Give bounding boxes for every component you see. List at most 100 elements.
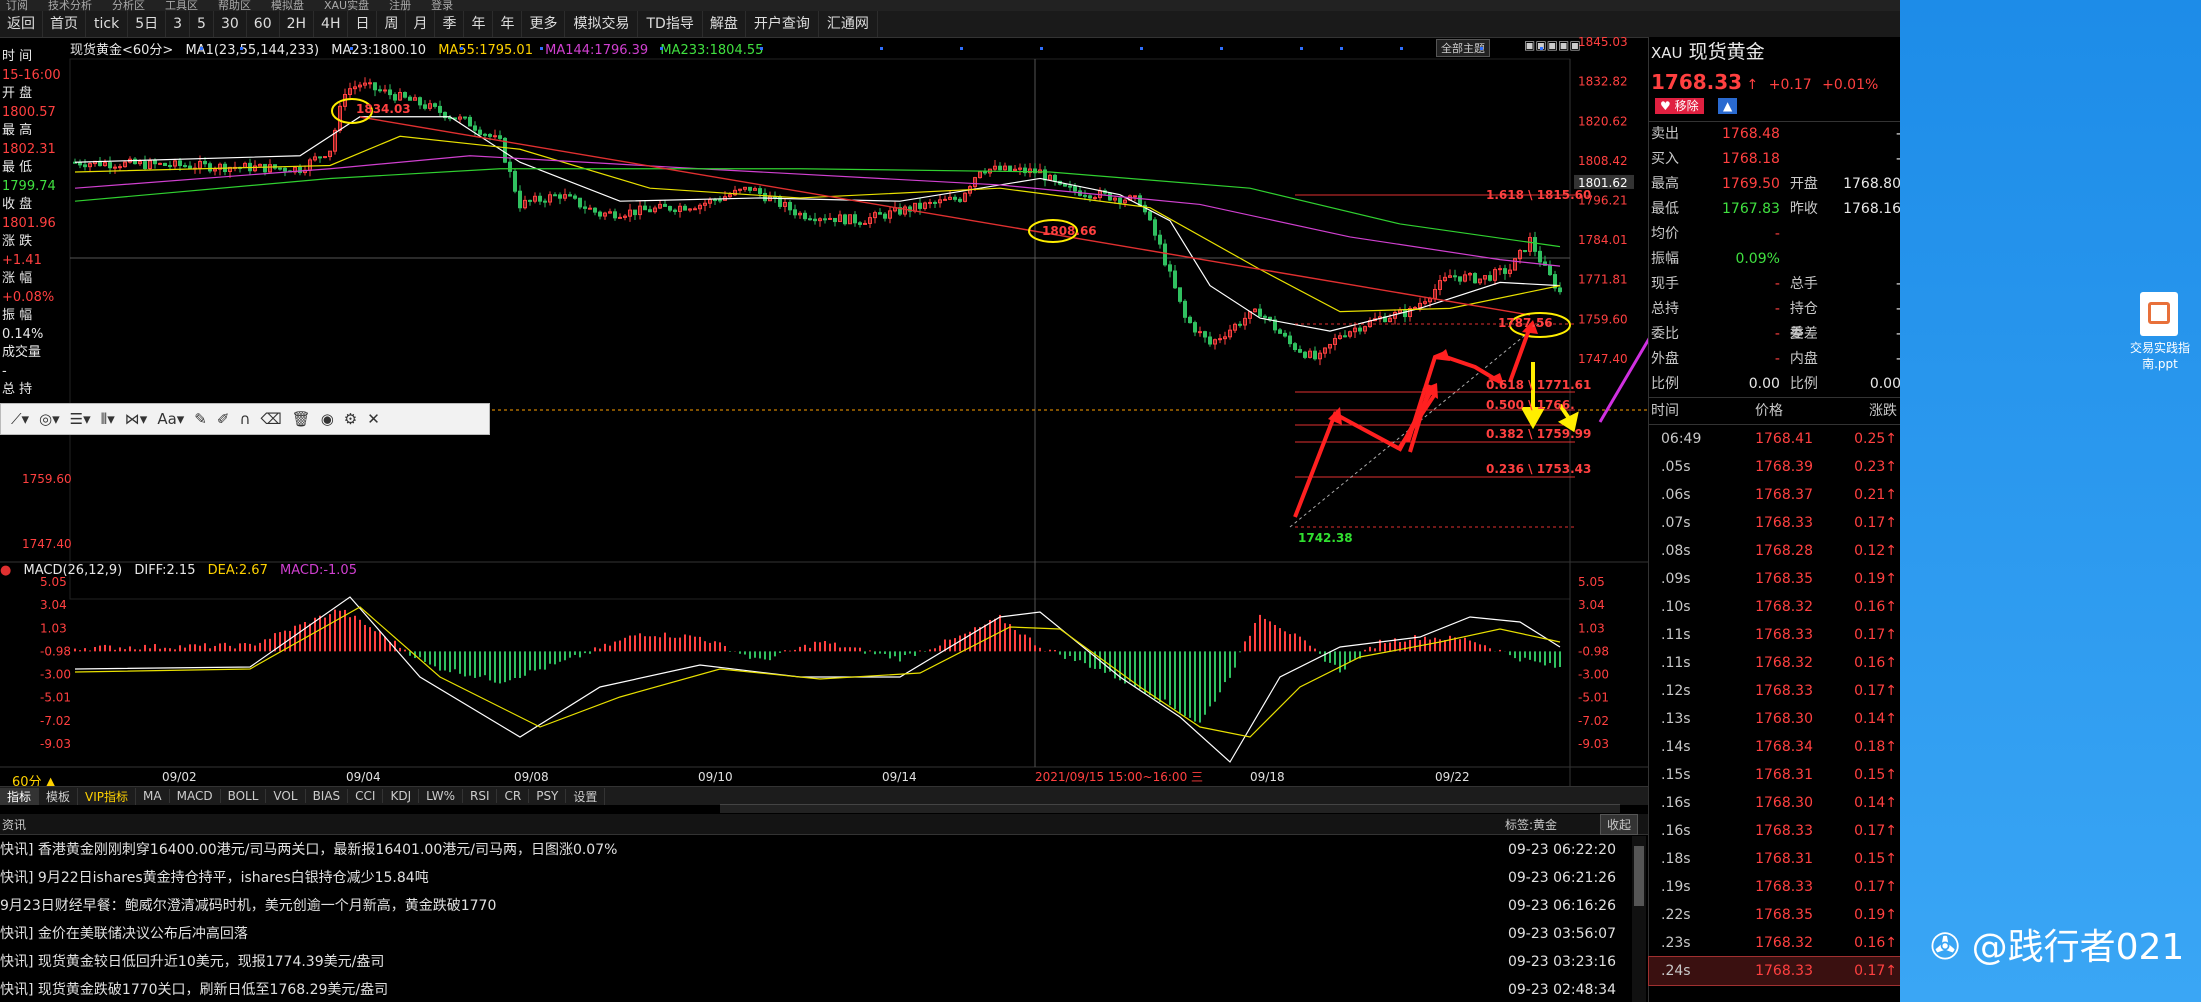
candle-body (833, 217, 837, 223)
toolbar-button[interactable]: 5日 (128, 11, 167, 37)
tick-time: .05s (1661, 459, 1691, 475)
indicator-tab[interactable]: 模板 (39, 787, 79, 805)
toolbar-button[interactable]: 返回 (0, 11, 43, 37)
quote-label: 均价 (1651, 226, 1679, 242)
candle-body (578, 197, 582, 208)
news-item[interactable]: 快讯] 现货黄金跌破1770关口，刷新日低至1768.29美元/盎司 09-23 … (0, 976, 1630, 1002)
toolbar-button[interactable]: 3 (166, 11, 191, 37)
tick-time: .24s (1661, 963, 1691, 979)
candle-body (1498, 268, 1502, 271)
toolbar-button[interactable]: 模拟交易 (565, 11, 639, 37)
ppt-file-label[interactable]: 交易实践指南.ppt (2120, 340, 2200, 372)
indicator-tab[interactable]: VIP指标 (78, 787, 137, 805)
menu-item[interactable]: 登录 (431, 0, 453, 11)
quote-value: - (1774, 226, 1780, 242)
menu-item[interactable]: 模拟盘 (271, 0, 304, 11)
menu-item[interactable]: 工具区 (165, 0, 198, 11)
menu-item[interactable]: 订阅 (6, 0, 28, 11)
candle-body (278, 167, 282, 170)
menu-item[interactable]: 技术分析 (48, 0, 92, 11)
indicator-tab[interactable]: RSI (463, 789, 498, 803)
candle-body (1303, 351, 1307, 358)
news-item[interactable]: 快讯] 金价在美联储决议公布后冲高回落 09-23 03:56:07 (0, 920, 1630, 948)
indicator-tab[interactable]: PSY (529, 789, 567, 803)
toolbar-button[interactable]: 60 (247, 11, 280, 37)
brush-icon[interactable]: ✐ (217, 410, 230, 428)
macd-tick-right: 3.04 (1578, 598, 1605, 612)
quote-label: 比例 (1789, 376, 1818, 392)
indicator-tab[interactable]: KDJ (383, 789, 420, 803)
menu-item[interactable]: XAU实盘 (324, 0, 369, 11)
indicator-tab[interactable]: CCI (348, 789, 384, 803)
tick-price: 1768.32 (1755, 655, 1813, 671)
pattern-tool-icon[interactable]: ⋈▾ (125, 410, 148, 428)
toolbar-button[interactable]: 季 (435, 11, 465, 37)
gear-icon[interactable]: ⚙ (344, 410, 357, 428)
trash-icon[interactable]: 🗑 (292, 410, 311, 428)
news-time: 09-23 06:22:20 (1507, 842, 1616, 858)
toolbar-button[interactable]: 4H (314, 11, 349, 37)
circle-tool-icon[interactable]: ◎▾ (39, 410, 60, 428)
pencil-icon[interactable]: ✎ (194, 410, 207, 428)
toolbar-button[interactable]: 年 (493, 11, 523, 37)
menu-item[interactable]: 注册 (389, 0, 411, 11)
indicator-tab[interactable]: 指标 (0, 787, 40, 805)
toolbar-button[interactable]: 30 (214, 11, 247, 37)
indicator-tab[interactable]: BOLL (221, 789, 267, 803)
macd-tick-right: 1.03 (1578, 621, 1605, 635)
toolbar-button[interactable]: tick (86, 11, 129, 37)
tick-row: .11s 1768.33 0.17↑ (1649, 621, 1900, 649)
news-item[interactable]: 快讯] 9月22日ishares黄金持仓持平，ishares白银持仓减少15.8… (0, 864, 1630, 892)
toolbar-button[interactable]: 周 (377, 11, 407, 37)
collapse-button[interactable]: 收起 (1600, 814, 1639, 835)
splitter[interactable] (720, 804, 1620, 813)
toolbar-button[interactable]: 开户查询 (746, 11, 819, 37)
toolbar-button[interactable]: 2H (280, 11, 315, 37)
toolbar-button[interactable]: 年 (464, 11, 494, 37)
eraser-icon[interactable]: ⌫ (260, 410, 281, 428)
news-item[interactable]: 快讯] 香港黄金刚刚刺穿16400.00港元/司马两关口，最新报16401.00… (0, 836, 1630, 864)
toolbar-button[interactable]: 汇通网 (819, 11, 878, 37)
alert-icon[interactable]: ▲ (1718, 98, 1738, 114)
news-scrollbar[interactable] (1632, 836, 1646, 1002)
fib-tool-icon[interactable]: ☰▾ (70, 410, 91, 428)
indicator-tab[interactable]: 设置 (566, 787, 606, 805)
toolbar-button[interactable]: 月 (406, 11, 436, 37)
time-tick: 09/22 (1435, 770, 1470, 784)
tick-price: 1768.32 (1755, 599, 1813, 615)
news-item[interactable]: 9月23日财经早餐：鲍威尔澄清减码时机，美元创逾一个月新高，黄金跌破1770 09… (0, 892, 1630, 920)
remove-button[interactable]: ♥ 移除 (1655, 98, 1704, 114)
indicator-tab[interactable]: MA (136, 789, 170, 803)
eye-icon[interactable]: ◉ (321, 410, 334, 428)
magnet-icon[interactable]: ∩ (239, 410, 250, 428)
toolbar-button[interactable]: 首页 (43, 11, 86, 37)
fib-label: 0.236 \ 1753.43 (1486, 462, 1591, 476)
indicator-tab[interactable]: BIAS (306, 789, 349, 803)
quote-label: 内盘 (1789, 351, 1818, 367)
high-label: 1834.03 (356, 102, 411, 116)
toolbar-button[interactable]: TD指导 (638, 11, 703, 37)
tick-price: 1768.32 (1755, 935, 1813, 951)
close-icon[interactable]: ✕ (367, 410, 380, 428)
line-tool-icon[interactable]: ⟋▾ (11, 410, 29, 428)
menu-item[interactable]: 帮助区 (218, 0, 251, 11)
tick-price: 1768.33 (1755, 879, 1813, 895)
candle-body (863, 222, 867, 225)
toolbar-button[interactable]: 日 (348, 11, 378, 37)
indicator-tab[interactable]: LW% (419, 789, 463, 803)
toolbar-button[interactable]: 5 (190, 11, 214, 37)
ma-line (74, 116, 1561, 332)
menu-item[interactable]: 分析区 (112, 0, 145, 11)
indicator-tab[interactable]: CR (497, 789, 530, 803)
news-item[interactable]: 快讯] 现货黄金较日低回升近10美元，现报1774.39美元/盎司 09-23 0… (0, 948, 1630, 976)
candle-body (673, 209, 677, 212)
indicator-tab[interactable]: VOL (266, 789, 306, 803)
quote-value: - (1774, 351, 1780, 367)
indicator-tab[interactable]: MACD (170, 789, 221, 803)
ppt-file-icon[interactable] (2140, 292, 2178, 336)
channel-tool-icon[interactable]: ⦀▾ (101, 410, 115, 428)
text-tool-icon[interactable]: Aa▾ (157, 410, 184, 428)
toolbar-button[interactable]: 解盘 (703, 11, 746, 37)
news-text: 快讯] 现货黄金较日低回升近10美元，现报1774.39美元/盎司 (0, 954, 385, 970)
toolbar-button[interactable]: 更多 (522, 11, 566, 37)
